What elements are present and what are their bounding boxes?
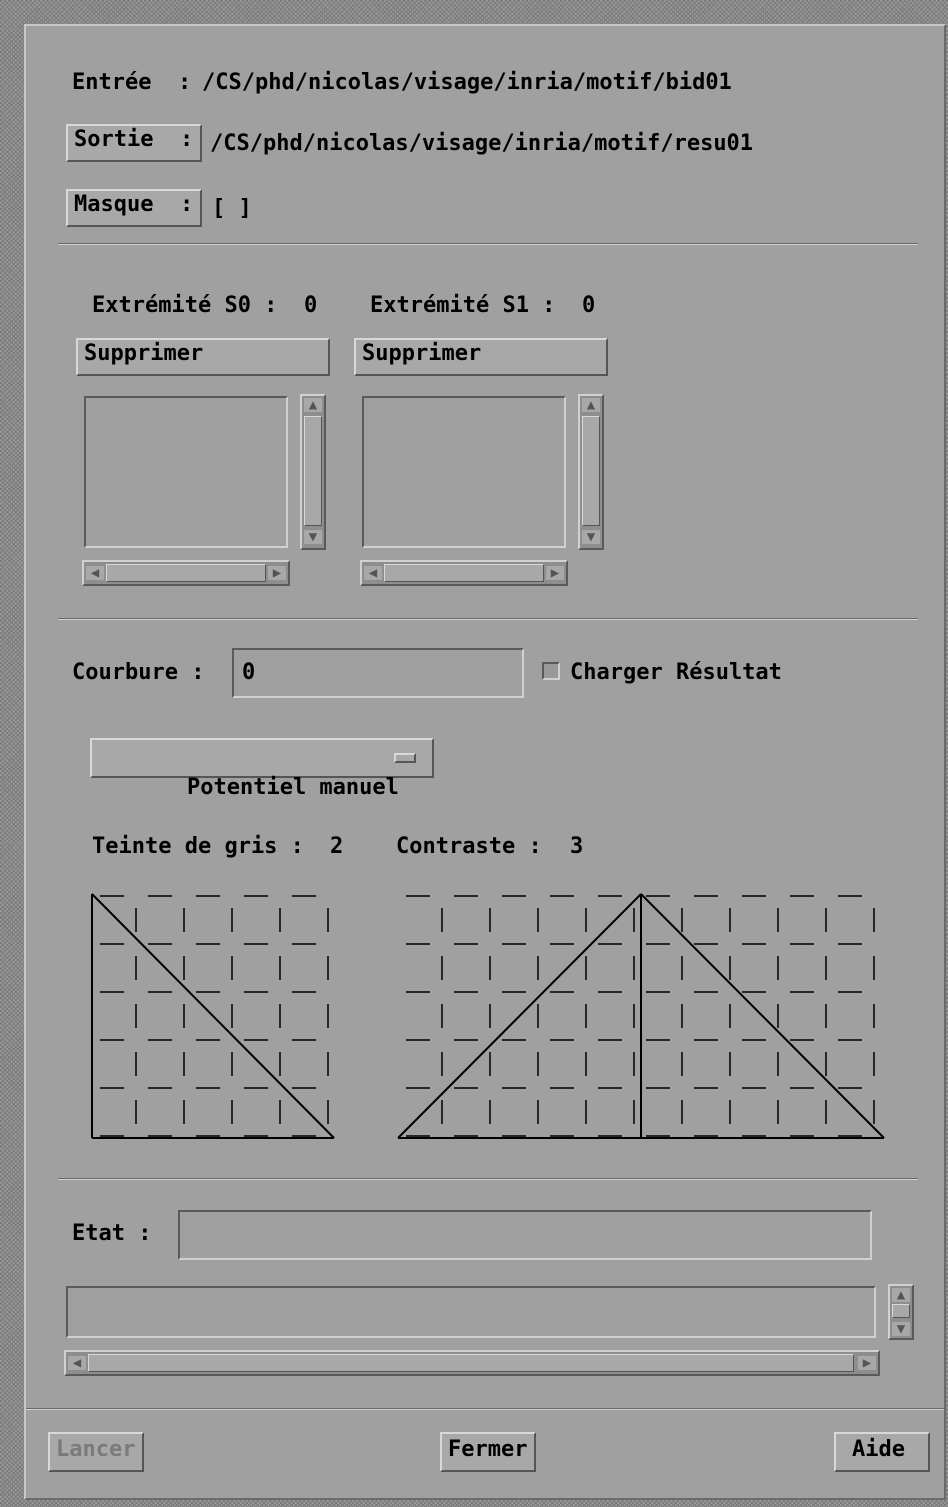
s0-horizontal-scrollbar[interactable]: ◀ ▶ xyxy=(82,560,290,586)
scroll-down-icon[interactable]: ▼ xyxy=(892,1322,910,1336)
output-text-area[interactable] xyxy=(66,1286,876,1338)
separator xyxy=(26,1408,944,1410)
charger-resultat-label: Charger Résultat xyxy=(570,660,782,685)
s1-list[interactable] xyxy=(362,396,566,548)
output-vertical-scrollbar[interactable]: ▲ ▼ xyxy=(888,1284,914,1340)
supprimer-s0-button[interactable]: Supprimer xyxy=(76,338,330,376)
extremite-s0-label: Extrémité S0 : xyxy=(92,293,278,318)
potentiel-selected-value: Potentiel manuel xyxy=(186,775,399,800)
s0-list[interactable] xyxy=(84,396,288,548)
contraste-label: Contraste : xyxy=(396,834,542,859)
scroll-left-icon[interactable]: ◀ xyxy=(364,566,382,580)
teinte-curve-editor[interactable] xyxy=(90,892,336,1140)
contraste-curve-fall xyxy=(640,893,885,1139)
extremite-s0-value: 0 xyxy=(304,293,318,318)
scroll-right-icon[interactable]: ▶ xyxy=(268,566,286,580)
masque-button[interactable]: Masque : xyxy=(66,189,202,227)
potentiel-dropdown[interactable]: Potentiel manuel xyxy=(90,738,434,800)
curve-grid xyxy=(406,895,875,1137)
separator xyxy=(58,1178,918,1180)
courbure-input[interactable]: 0 xyxy=(232,648,524,698)
etat-label: Etat : xyxy=(72,1221,152,1246)
fermer-button[interactable]: Fermer xyxy=(440,1432,536,1472)
sortie-button[interactable]: Sortie : xyxy=(66,124,202,162)
scroll-up-icon[interactable]: ▲ xyxy=(892,1288,910,1302)
scroll-left-icon[interactable]: ◀ xyxy=(86,566,104,580)
scroll-thumb[interactable] xyxy=(304,416,322,526)
contraste-value: 3 xyxy=(570,834,584,859)
scroll-thumb[interactable] xyxy=(582,416,600,526)
scroll-right-icon[interactable]: ▶ xyxy=(546,566,564,580)
s1-vertical-scrollbar[interactable]: ▲ ▼ xyxy=(578,394,604,550)
teinte-value: 2 xyxy=(330,834,344,859)
separator xyxy=(58,243,918,245)
dialog-window: Entrée : /CS/phd/nicolas/visage/inria/mo… xyxy=(24,24,946,1500)
extremite-s1-label: Extrémité S1 : xyxy=(370,293,556,318)
extremite-s1-value: 0 xyxy=(582,293,596,318)
teinte-curve-line xyxy=(91,893,335,1139)
etat-field xyxy=(178,1210,872,1260)
lancer-button[interactable]: Lancer xyxy=(48,1432,144,1472)
charger-resultat-checkbox[interactable] xyxy=(542,662,560,680)
scroll-left-icon[interactable]: ◀ xyxy=(68,1356,86,1370)
supprimer-s1-button[interactable]: Supprimer xyxy=(354,338,608,376)
scroll-down-icon[interactable]: ▼ xyxy=(304,530,322,544)
teinte-label: Teinte de gris : xyxy=(92,834,304,859)
scroll-thumb[interactable] xyxy=(88,1354,854,1372)
scroll-up-icon[interactable]: ▲ xyxy=(304,398,322,412)
contraste-curve-editor[interactable] xyxy=(396,892,886,1140)
option-menu-indicator-icon xyxy=(394,753,416,763)
sortie-path: /CS/phd/nicolas/visage/inria/motif/resu0… xyxy=(210,131,754,156)
scroll-thumb[interactable] xyxy=(384,564,544,582)
scroll-thumb[interactable] xyxy=(106,564,266,582)
scroll-down-icon[interactable]: ▼ xyxy=(582,530,600,544)
s1-horizontal-scrollbar[interactable]: ◀ ▶ xyxy=(360,560,568,586)
courbure-input-value: 0 xyxy=(242,660,256,685)
output-horizontal-scrollbar[interactable]: ◀ ▶ xyxy=(64,1350,880,1376)
aide-button[interactable]: Aide xyxy=(834,1432,930,1472)
scroll-thumb[interactable] xyxy=(892,1304,910,1318)
scroll-right-icon[interactable]: ▶ xyxy=(858,1356,876,1370)
entree-label: Entrée : xyxy=(72,70,192,95)
masque-value: [ ] xyxy=(212,196,252,221)
courbure-label: Courbure : xyxy=(72,660,205,685)
scroll-up-icon[interactable]: ▲ xyxy=(582,398,600,412)
entree-path: /CS/phd/nicolas/visage/inria/motif/bid01 xyxy=(202,70,732,95)
contraste-curve-rise xyxy=(397,893,642,1139)
s0-vertical-scrollbar[interactable]: ▲ ▼ xyxy=(300,394,326,550)
separator xyxy=(58,618,918,620)
